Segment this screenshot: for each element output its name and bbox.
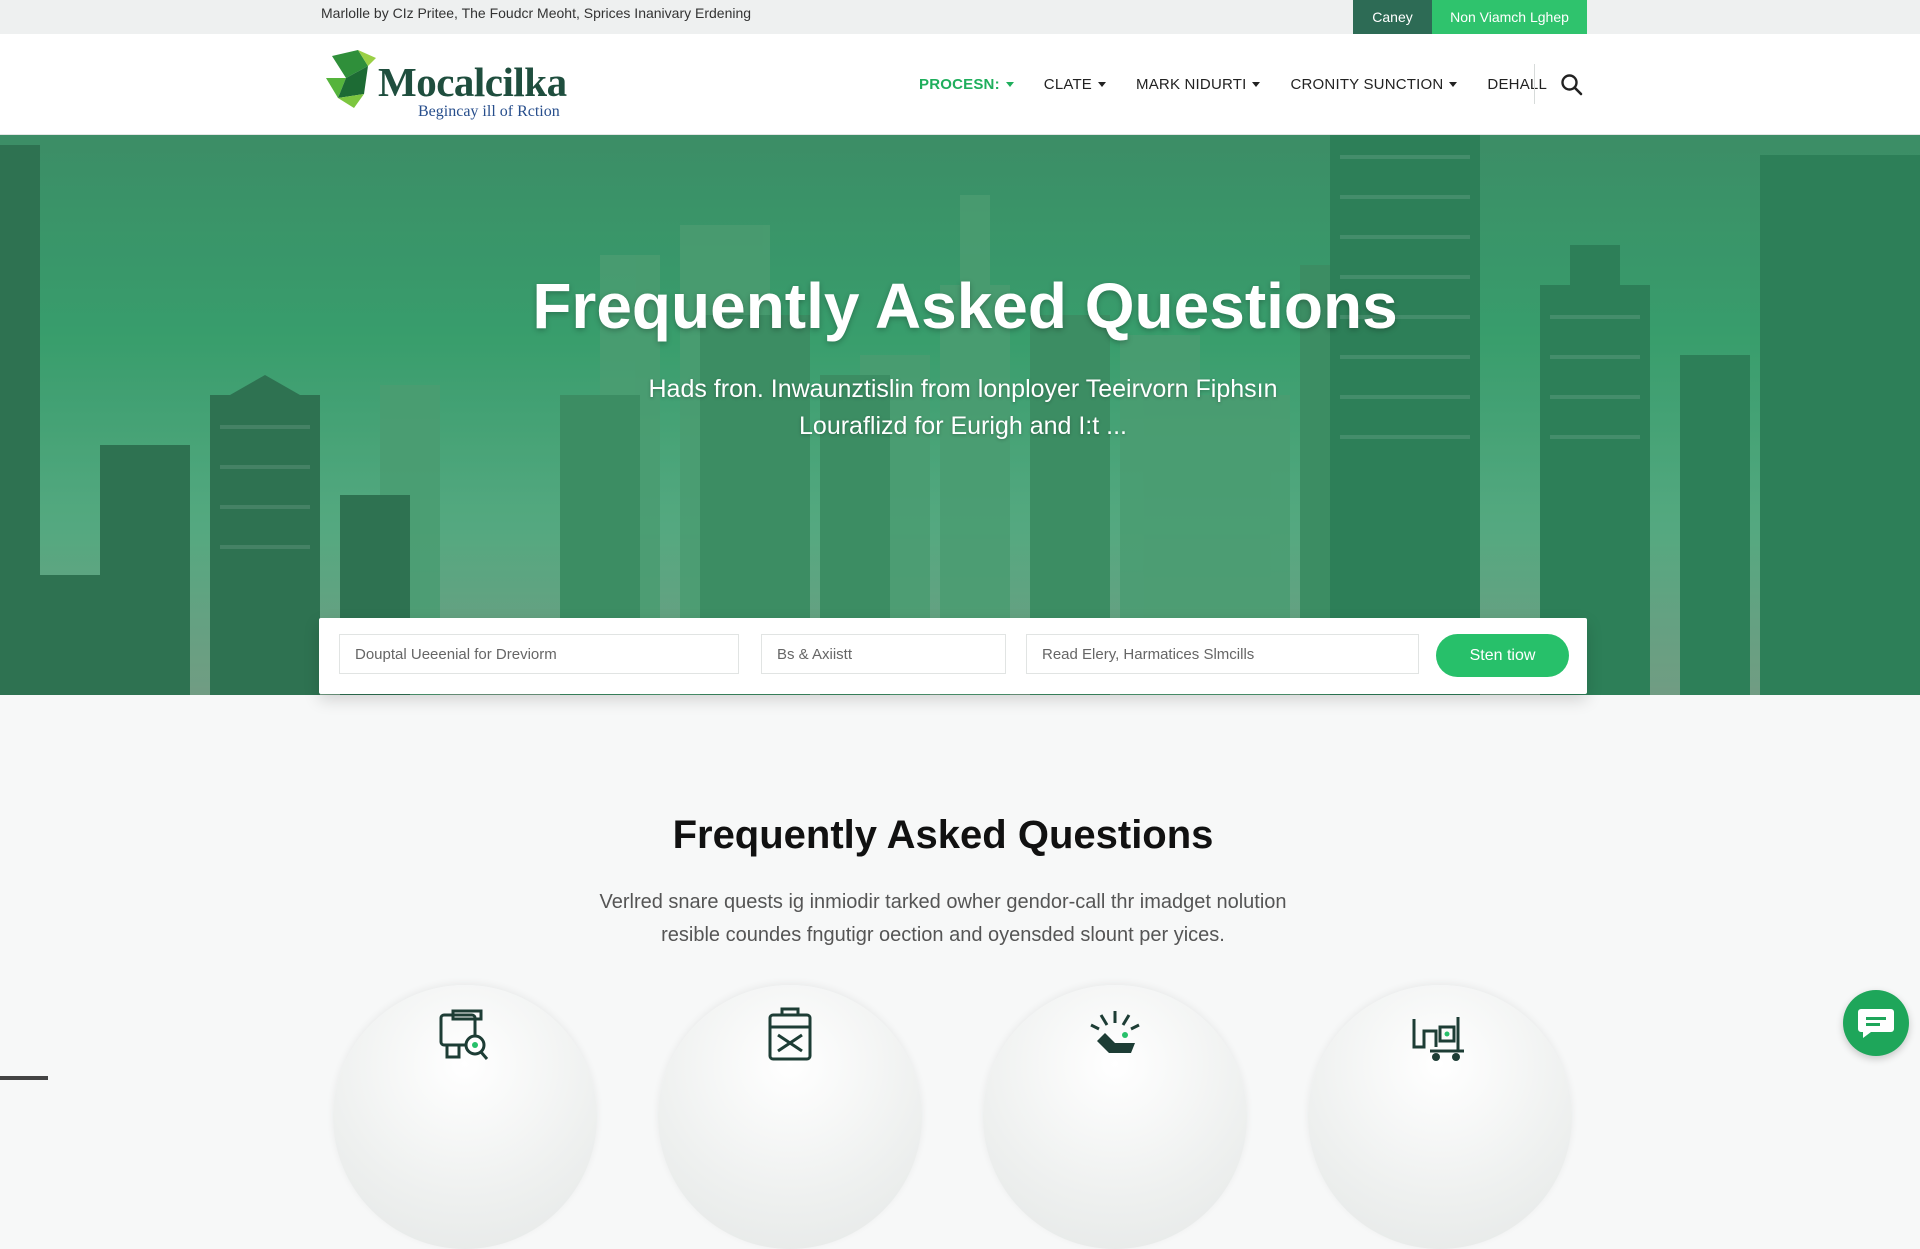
- search-submit-button[interactable]: Sten tiow: [1436, 634, 1569, 677]
- building-icon: [768, 1007, 812, 1061]
- chat-widget-button[interactable]: [1843, 990, 1909, 1056]
- top-bar-text: Marlolle by CIz Pritee, The Foudcr Meoht…: [321, 5, 752, 21]
- top-bar-buttons: Caney Non Viamch Lghep: [1353, 0, 1587, 34]
- logistics-cart-icon: [1412, 1017, 1464, 1061]
- nav-item-cronity[interactable]: CRONITY SUNCTION: [1290, 76, 1458, 93]
- faq-section-description: Verlred snare quests ig inmiodir tarked …: [0, 886, 1886, 952]
- nav-item-label: MARK NIDURTI: [1136, 76, 1247, 93]
- nav-item-label: CRONITY SUNCTION: [1290, 76, 1444, 93]
- brand-tagline: Begincay ill of Rction: [418, 103, 560, 120]
- nav-divider: [1534, 64, 1535, 104]
- feature-card[interactable]: [983, 985, 1247, 1249]
- chevron-down-icon: [1098, 82, 1107, 87]
- chevron-down-icon: [1005, 82, 1014, 87]
- nav-item-process[interactable]: PROCESN:: [919, 76, 1014, 93]
- top-bar-button-cta[interactable]: Non Viamch Lghep: [1432, 0, 1587, 34]
- hero-subtitle-line-2: Louraflizd for Eurigh and Ι:t ...: [799, 412, 1127, 440]
- faq-section-title: Frequently Asked Questions: [672, 813, 1214, 857]
- chevron-down-icon: [1252, 82, 1261, 87]
- nav-item-label: DEHALL: [1487, 76, 1547, 93]
- monitor-search-icon: [439, 1009, 489, 1060]
- scroll-indicator: [0, 1076, 48, 1080]
- chat-bubble-icon: [1858, 1009, 1894, 1038]
- hero-subtitle-line-1: Hads fron. Inwaunztislin from lonployer …: [648, 375, 1278, 403]
- search-panel: Sten tiow: [319, 618, 1587, 694]
- nav-item-clate[interactable]: CLATE: [1043, 76, 1107, 93]
- brand-name: Mocalcilka: [378, 59, 567, 105]
- nav-item-label: CLATE: [1043, 76, 1093, 93]
- logo-mark-icon: [326, 50, 376, 108]
- hero-subtitle: Hads fron. Inwaunztislin from lonployer …: [0, 371, 1920, 445]
- site-header: Mocalcilka Begincay ill of Rction PROCES…: [0, 34, 1920, 135]
- feature-card[interactable]: [333, 985, 597, 1249]
- top-bar-button-primary[interactable]: Caney: [1353, 0, 1432, 34]
- search-location-input[interactable]: [1026, 634, 1419, 674]
- nav-item-dehall[interactable]: DEHALL: [1487, 76, 1547, 93]
- brand-logo[interactable]: Mocalcilka Begincay ill of Rction: [324, 48, 567, 124]
- faq-description-line-1: Verlred snare quests ig inmiodir tarked …: [599, 891, 1287, 913]
- nav-item-label: PROCESN:: [919, 76, 1000, 93]
- main-nav: PROCESN: CLATE MARK NIDURTI CRONITY SUNC…: [919, 34, 1577, 135]
- nav-item-mark[interactable]: MARK NIDURTI: [1136, 76, 1261, 93]
- top-bar: Marlolle by CIz Pritee, The Foudcr Meoht…: [0, 0, 1920, 34]
- feature-card[interactable]: [658, 985, 922, 1249]
- feature-card[interactable]: [1308, 985, 1572, 1249]
- celebration-hand-icon: [1090, 1011, 1140, 1053]
- faq-description-line-2: resible coundes fngutigr oection and oye…: [661, 924, 1225, 946]
- search-icon[interactable]: [1559, 72, 1585, 98]
- hero-banner: Frequently Asked Questions Hads fron. In…: [0, 135, 1920, 695]
- hero-title: Frequently Asked Questions: [532, 270, 1398, 342]
- chevron-down-icon: [1449, 82, 1458, 87]
- search-keyword-input[interactable]: [339, 634, 739, 674]
- search-category-input[interactable]: [761, 634, 1006, 674]
